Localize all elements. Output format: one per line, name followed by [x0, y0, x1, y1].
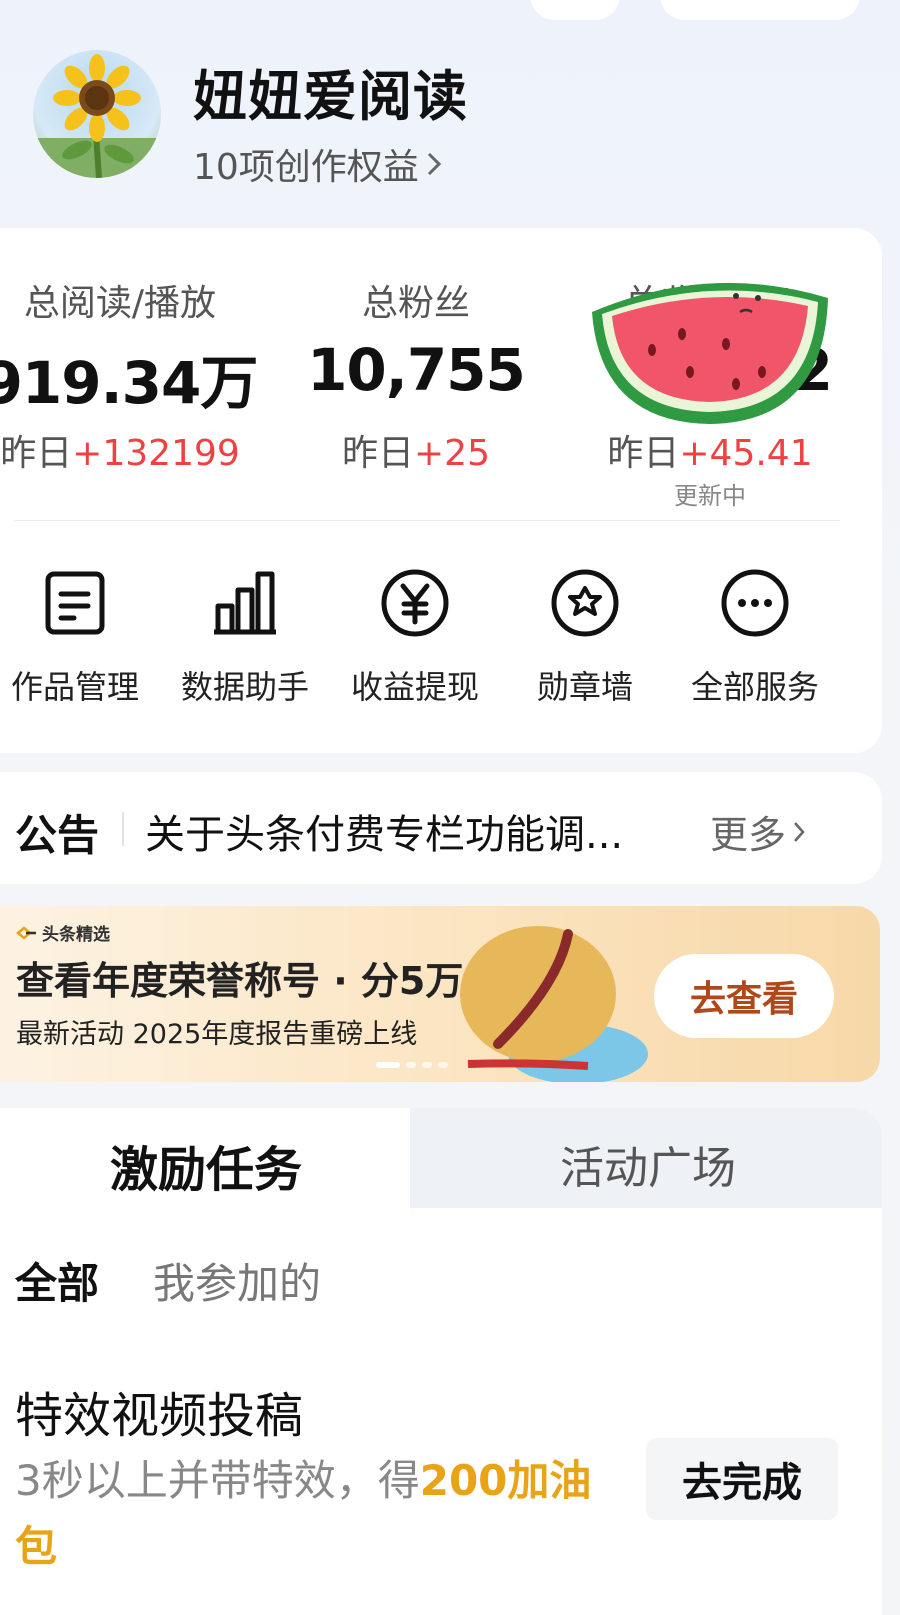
- announcement-title: 公告: [15, 811, 100, 860]
- announcement-bar[interactable]: 公告 关于头条付费专栏功能调... 更多: [0, 772, 882, 884]
- carousel-dot: [438, 1062, 448, 1068]
- stat-delta: 昨日+25: [342, 433, 490, 474]
- announcement-text[interactable]: 关于头条付费专栏功能调...: [145, 802, 655, 860]
- carousel-dot-active: [376, 1062, 400, 1068]
- banner-subtitle: 最新活动 2025年度报告重磅上线: [16, 1019, 418, 1050]
- more-icon: [718, 566, 792, 640]
- filter-all[interactable]: 全部: [15, 1250, 99, 1311]
- stat-delta: 昨日+45.41: [607, 433, 813, 474]
- carousel-dot: [422, 1062, 432, 1068]
- toutiao-logo-icon: [16, 925, 36, 940]
- service-label: 收益提现: [350, 668, 479, 706]
- more-link[interactable]: 更多: [710, 804, 806, 859]
- badge-icon: [548, 566, 622, 640]
- service-label: 勋章墙: [536, 668, 633, 706]
- avatar[interactable]: [33, 50, 161, 178]
- chevron-right-icon: [794, 821, 805, 842]
- username: 妞妞爱阅读: [193, 65, 468, 128]
- bar-chart-icon: [208, 566, 282, 640]
- chevron-right-icon: [427, 152, 441, 176]
- task-section: 激励任务 活动广场 全部 我参加的 特效视频投稿 3秒以上并带特效，得200加油…: [0, 1108, 882, 1615]
- carousel-dot: [406, 1062, 416, 1068]
- banner-headline: 查看年度荣誉称号 · 分5万: [16, 959, 464, 1003]
- tab-incentive-tasks[interactable]: 激励任务: [110, 1130, 302, 1200]
- service-all[interactable]: 全部服务: [670, 566, 840, 708]
- divider: [122, 812, 124, 846]
- task-description: 3秒以上并带特效，得200加油包: [15, 1456, 592, 1571]
- service-label: 作品管理: [10, 668, 139, 706]
- service-works-manage[interactable]: 作品管理: [0, 566, 160, 708]
- service-data-assistant[interactable]: 数据助手: [160, 566, 330, 708]
- divider: [14, 520, 840, 521]
- banner-brand-label: 头条精选: [42, 925, 110, 945]
- stat-value: 10,755: [307, 336, 526, 404]
- banner-brand: 头条精选: [16, 920, 110, 945]
- view-button[interactable]: 去查看: [654, 954, 834, 1038]
- watermelon-sticker: [586, 272, 834, 428]
- tab-activity-plaza-label[interactable]: 活动广场: [560, 1132, 736, 1196]
- service-label: 数据助手: [180, 668, 309, 706]
- task-title: 特效视频投稿: [15, 1388, 304, 1444]
- service-withdraw[interactable]: 收益提现: [330, 566, 500, 708]
- promo-banner[interactable]: 头条精选 查看年度荣誉称号 · 分5万 最新活动 2025年度报告重磅上线 去查…: [0, 906, 880, 1082]
- updating-label: 更新中: [674, 482, 746, 510]
- stat-label: 总阅读/播放: [23, 283, 217, 324]
- stat-label: 总粉丝: [361, 283, 470, 324]
- creator-rights-link[interactable]: 10项创作权益: [193, 138, 443, 190]
- complete-task-button[interactable]: 去完成: [646, 1438, 838, 1520]
- stat-value: 919.34万: [0, 349, 258, 417]
- carousel-dots: [376, 1062, 448, 1068]
- service-label: 全部服务: [690, 668, 819, 706]
- stat-delta: 昨日+132199: [0, 433, 240, 474]
- more-label: 更多: [710, 813, 787, 857]
- yen-icon: [378, 566, 452, 640]
- service-badge-wall[interactable]: 勋章墙: [500, 566, 670, 708]
- top-pill-right[interactable]: [660, 0, 860, 20]
- top-pill-left[interactable]: [530, 0, 620, 20]
- banner-illustration: [460, 926, 648, 1082]
- filter-joined[interactable]: 我参加的: [153, 1250, 321, 1311]
- document-icon: [38, 566, 112, 640]
- rights-label: 10项创作权益: [193, 147, 419, 188]
